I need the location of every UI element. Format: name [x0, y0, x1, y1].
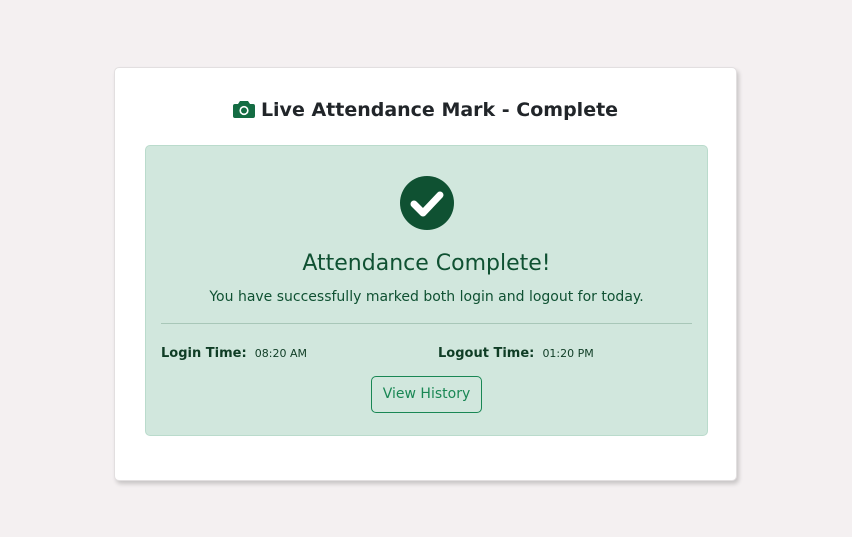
logout-time-row: Logout Time: 01:20 PM — [438, 343, 594, 363]
success-heading: Attendance Complete! — [302, 251, 551, 276]
login-time-label: Login Time: — [161, 346, 247, 361]
divider — [161, 323, 692, 324]
login-time-row: Login Time: 08:20 AM — [161, 343, 307, 363]
success-alert: Attendance Complete! You have successful… — [145, 145, 708, 436]
login-time-value: 08:20 AM — [254, 347, 307, 360]
success-message: You have successfully marked both login … — [209, 289, 644, 305]
camera-icon — [232, 101, 255, 118]
view-history-button[interactable]: View History — [371, 376, 482, 413]
attendance-card: Live Attendance Mark - Complete Attendan… — [114, 67, 737, 481]
logout-time-value: 01:20 PM — [542, 347, 594, 360]
page-title-text: Live Attendance Mark - Complete — [260, 99, 619, 121]
check-circle-icon — [400, 176, 454, 230]
logout-time-label: Logout Time: — [438, 346, 535, 361]
page-title: Live Attendance Mark - Complete — [115, 98, 736, 122]
